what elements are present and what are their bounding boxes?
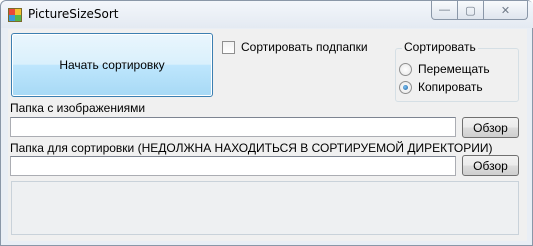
maximize-icon: ▢ bbox=[465, 4, 476, 17]
images-folder-input[interactable] bbox=[10, 117, 456, 137]
sort-browse-label: Обзор bbox=[473, 158, 508, 173]
start-sort-label: Начать сортировку bbox=[59, 58, 165, 72]
radio-move-label: Перемещать bbox=[418, 62, 490, 76]
radio-copy-option[interactable]: Копировать bbox=[399, 80, 483, 94]
app-icon bbox=[8, 8, 22, 22]
maximize-button[interactable]: ▢ bbox=[458, 1, 484, 20]
sort-subfolders-checkbox[interactable] bbox=[222, 40, 235, 54]
sort-subfolders-option[interactable]: Сортировать подпапки bbox=[222, 40, 368, 54]
radio-move[interactable] bbox=[399, 62, 412, 76]
images-browse-button[interactable]: Обзор bbox=[462, 117, 519, 138]
radio-copy-label: Копировать bbox=[418, 80, 483, 94]
sort-mode-legend: Сортировать bbox=[402, 40, 478, 54]
status-panel bbox=[11, 181, 519, 235]
close-button[interactable]: ✕ bbox=[484, 1, 528, 20]
client-area: Начать сортировку Сортировать подпапки С… bbox=[8, 29, 527, 241]
application-window: PictureSizeSort — ▢ ✕ Начать сортировку … bbox=[0, 0, 533, 246]
sort-browse-button[interactable]: Обзор bbox=[462, 155, 519, 176]
minimize-icon: — bbox=[439, 4, 450, 16]
images-folder-label: Папка с изображениями bbox=[10, 101, 146, 115]
images-browse-label: Обзор bbox=[473, 120, 508, 135]
title-bar[interactable]: PictureSizeSort — ▢ ✕ bbox=[1, 1, 533, 28]
sort-subfolders-label: Сортировать подпапки bbox=[241, 40, 368, 54]
minimize-button[interactable]: — bbox=[431, 1, 458, 20]
app-icon-quadrant-green bbox=[15, 15, 21, 21]
caption-buttons: — ▢ ✕ bbox=[431, 1, 528, 20]
radio-move-option[interactable]: Перемещать bbox=[399, 62, 490, 76]
close-icon: ✕ bbox=[500, 4, 511, 17]
radio-copy[interactable] bbox=[399, 80, 412, 94]
window-title: PictureSizeSort bbox=[28, 7, 119, 21]
sort-folder-label: Папка для сортировки (НЕДОЛЖНА НАХОДИТЬС… bbox=[10, 141, 493, 155]
sort-folder-input[interactable] bbox=[10, 156, 456, 176]
start-sort-button[interactable]: Начать сортировку bbox=[11, 33, 213, 97]
